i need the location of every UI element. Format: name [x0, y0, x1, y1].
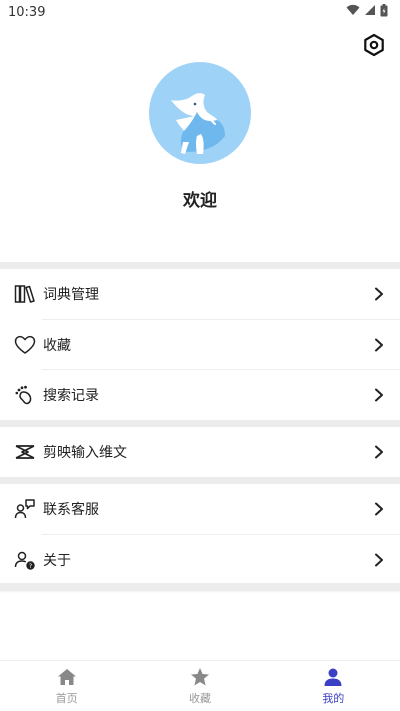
nav-mine[interactable]: 我的 [267, 661, 400, 711]
chevron-right-icon [372, 388, 386, 402]
chevron-right-icon [372, 287, 386, 301]
settings-button[interactable] [360, 33, 388, 61]
nav-home[interactable]: 首页 [0, 661, 133, 711]
bottom-nav: 首页 收藏 我的 [0, 660, 400, 711]
wifi-icon [346, 4, 360, 20]
heart-icon [14, 334, 36, 356]
status-icons [346, 3, 388, 21]
avatar[interactable] [149, 62, 251, 164]
books-icon [14, 283, 36, 305]
chevron-right-icon [372, 445, 386, 459]
chevron-right-icon [372, 502, 386, 516]
about-icon: ? [14, 549, 36, 571]
menu-item-label: 关于 [43, 553, 71, 569]
status-bar: 10:39 [0, 0, 400, 24]
capcut-icon [14, 441, 36, 463]
nav-label: 我的 [322, 692, 345, 705]
home-icon [56, 666, 78, 688]
menu-item-favorites[interactable]: 收藏 [0, 320, 400, 370]
menu-item-label: 剪映输入维文 [43, 445, 127, 461]
menu-item-label: 词典管理 [43, 287, 99, 303]
menu-item-dictionary-management[interactable]: 词典管理 [0, 269, 400, 319]
settings-hexagon-icon [362, 33, 386, 61]
battery-icon [380, 3, 388, 21]
nav-label: 收藏 [188, 692, 211, 705]
menu-item-label: 收藏 [43, 338, 71, 354]
customer-service-icon [14, 498, 36, 520]
menu-item-about[interactable]: ? 关于 [0, 535, 400, 585]
section-divider [0, 583, 400, 593]
menu-item-customer-service[interactable]: 联系客服 [0, 484, 400, 534]
footprint-icon [14, 384, 36, 406]
person-icon [322, 666, 344, 688]
profile-header: 欢迎 [0, 62, 400, 211]
chevron-right-icon [372, 553, 386, 567]
nav-favorites[interactable]: 收藏 [133, 661, 266, 711]
menu-item-label: 搜索记录 [43, 388, 99, 404]
svg-text:?: ? [29, 562, 32, 570]
menu-item-label: 联系客服 [43, 502, 99, 518]
menu-item-search-history[interactable]: 搜索记录 [0, 370, 400, 420]
welcome-text: 欢迎 [183, 191, 217, 211]
star-icon [189, 666, 211, 688]
menu-item-capcut-uyghur-input[interactable]: 剪映输入维文 [0, 427, 400, 477]
chevron-right-icon [372, 338, 386, 352]
status-time: 10:39 [8, 4, 46, 20]
nav-label: 首页 [55, 692, 78, 705]
signal-icon [364, 4, 376, 20]
